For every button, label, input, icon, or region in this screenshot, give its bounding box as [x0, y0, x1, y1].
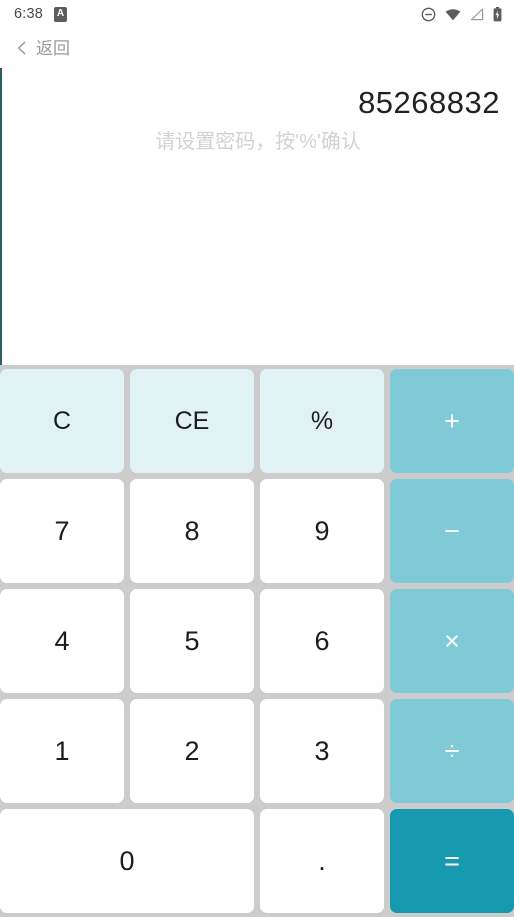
key-2[interactable]: 2 — [130, 699, 254, 803]
key-equals[interactable]: = — [390, 809, 514, 913]
back-bar[interactable]: 返回 — [0, 28, 514, 68]
key-4[interactable]: 4 — [0, 589, 124, 693]
key-0[interactable]: 0 — [0, 809, 254, 913]
do-not-disturb-icon — [421, 7, 436, 22]
display-area: 85268832 请设置密码，按'%'确认 — [0, 68, 514, 365]
key-percent[interactable]: % — [260, 369, 384, 473]
status-time: 6:38 — [14, 5, 44, 22]
key-7[interactable]: 7 — [0, 479, 124, 583]
status-bar-right — [421, 6, 502, 22]
calculator-screen: 6:38 A 返回 85268832 请设置密码，按'%'确认 C CE % +… — [0, 0, 514, 917]
notification-badge-icon: A — [54, 6, 68, 22]
key-6[interactable]: 6 — [260, 589, 384, 693]
battery-charging-icon — [493, 6, 502, 22]
key-multiply[interactable]: × — [390, 589, 514, 693]
status-bar: 6:38 A — [0, 0, 514, 28]
key-1[interactable]: 1 — [0, 699, 124, 803]
key-clear-entry[interactable]: CE — [130, 369, 254, 473]
chevron-left-icon — [15, 41, 29, 55]
key-minus[interactable]: − — [390, 479, 514, 583]
key-decimal[interactable]: . — [260, 809, 384, 913]
key-3[interactable]: 3 — [260, 699, 384, 803]
key-clear[interactable]: C — [0, 369, 124, 473]
key-8[interactable]: 8 — [130, 479, 254, 583]
display-hint: 请设置密码，按'%'确认 — [155, 131, 361, 153]
key-9[interactable]: 9 — [260, 479, 384, 583]
status-bar-left: 6:38 A — [14, 5, 68, 22]
key-5[interactable]: 5 — [130, 589, 254, 693]
key-plus[interactable]: + — [390, 369, 514, 473]
keypad: C CE% +7 8 9− 4 5 6 × 1 2 3 ÷ 0. = — [0, 365, 514, 917]
wifi-icon — [445, 8, 461, 21]
back-button-label: 返回 — [36, 38, 70, 58]
display-value: 85268832 — [358, 85, 500, 120]
key-divide[interactable]: ÷ — [390, 699, 514, 803]
signal-icon — [470, 8, 484, 21]
